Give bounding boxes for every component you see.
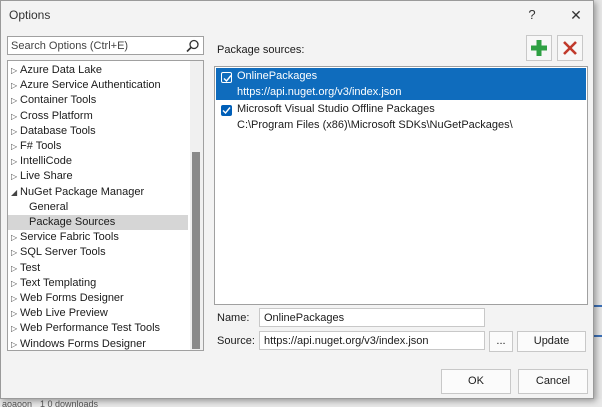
source-checkbox[interactable] (221, 105, 232, 116)
tree-item[interactable]: ▷ Database Tools (8, 124, 188, 139)
expand-arrow-icon[interactable]: ▷ (11, 78, 19, 93)
tree-item[interactable]: ▷ F# Tools (8, 139, 188, 154)
tree-item-label: Text Templating (20, 276, 97, 289)
add-source-button[interactable] (526, 35, 552, 61)
source-checkbox[interactable] (221, 72, 232, 83)
tree-item[interactable]: ▷ Azure Data Lake (8, 63, 188, 78)
background-window-edge (594, 0, 602, 399)
checkmark-icon (222, 107, 231, 115)
source-url: C:\Program Files (x86)\Microsoft SDKs\Nu… (237, 119, 513, 131)
source-url: https://api.nuget.org/v3/index.json (237, 86, 402, 98)
tree-item-label: Web Performance Test Tools (20, 322, 161, 335)
expand-arrow-icon[interactable]: ▷ (11, 306, 19, 321)
tree-item[interactable]: ▷ Cross Platform (8, 109, 188, 124)
tree-item-label: F# Tools (20, 140, 62, 152)
plus-icon (531, 40, 547, 56)
tree-item[interactable]: ▷ Azure Service Authentication (8, 78, 188, 93)
tree-item-label: Cross Platform (20, 109, 93, 122)
help-button[interactable]: ? (522, 5, 542, 25)
package-source-row[interactable]: OnlinePackages https://api.nuget.org/v3/… (216, 68, 586, 100)
tree-scrollbar-thumb[interactable] (192, 152, 200, 349)
source-field[interactable] (259, 331, 485, 350)
tree-item-label: Live Share (20, 170, 73, 183)
expand-arrow-icon[interactable]: ▷ (11, 321, 19, 336)
tree-item[interactable]: ▷ Web Forms Designer (8, 291, 188, 306)
background-text: 1 0 downloads (40, 399, 99, 407)
tree-item[interactable]: ▷ Container Tools (8, 93, 188, 108)
tree-item[interactable]: ▷ Text Templating (8, 276, 188, 291)
tree-item-label: Service Fabric Tools (20, 231, 119, 244)
expand-arrow-icon[interactable]: ▷ (11, 230, 19, 245)
source-name: Microsoft Visual Studio Offline Packages (237, 103, 435, 115)
window-title: Options (9, 8, 51, 22)
search-input[interactable] (11, 38, 181, 53)
cancel-button[interactable]: Cancel (518, 369, 588, 394)
expand-arrow-icon[interactable]: ▷ (11, 124, 19, 139)
expand-arrow-icon[interactable]: ▷ (11, 261, 19, 276)
expand-arrow-icon[interactable]: ▷ (11, 337, 19, 350)
tree-item-label: Container Tools (20, 94, 97, 107)
options-tree[interactable]: ▷ Azure Data Lake ▷ Azure Service Authentic… (7, 60, 204, 351)
tree-item-label: NuGet Package Manager (20, 185, 145, 198)
tree-item-label: Windows Forms Designer (20, 337, 146, 350)
tree-item-label: General (29, 200, 69, 213)
expand-arrow-icon[interactable]: ▷ (11, 139, 19, 154)
background-accent-mark (594, 305, 602, 307)
tree-child-item[interactable]: Package Sources (8, 215, 188, 230)
browse-button[interactable]: ... (489, 331, 513, 352)
search-icon[interactable] (186, 39, 200, 53)
name-field[interactable] (259, 308, 485, 327)
tree-item[interactable]: ▷ Service Fabric Tools (8, 230, 188, 245)
background-accent-mark (594, 335, 602, 337)
tree-item[interactable]: ▷ Live Share (8, 169, 188, 184)
tree-item[interactable]: ▷ Test (8, 261, 188, 276)
tree-item-label: Web Live Preview (20, 307, 108, 320)
tree-item[interactable]: ▷ IntelliCode (8, 154, 188, 169)
expand-arrow-icon[interactable]: ▷ (11, 63, 19, 78)
name-input[interactable] (264, 311, 480, 325)
expand-arrow-icon[interactable]: ▷ (11, 276, 19, 291)
expand-arrow-icon[interactable]: ▷ (11, 93, 19, 108)
name-label: Name: (217, 312, 250, 324)
collapse-arrow-icon[interactable]: ◢ (11, 185, 19, 200)
expand-arrow-icon[interactable]: ▷ (11, 291, 19, 306)
tree-item-label: Web Forms Designer (20, 292, 124, 304)
remove-source-button[interactable] (557, 35, 583, 61)
tree-item[interactable]: ◢ NuGet Package Manager (8, 185, 188, 200)
tree-item-label: Package Sources (29, 216, 116, 228)
tree-item[interactable]: ▷ Web Live Preview (8, 306, 188, 321)
expand-arrow-icon[interactable]: ▷ (11, 245, 19, 260)
expand-arrow-icon[interactable]: ▷ (11, 154, 19, 169)
update-button[interactable]: Update (517, 331, 586, 352)
tree-item[interactable]: ▷ SQL Server Tools (8, 245, 188, 260)
tree-item-label: Azure Data Lake (20, 64, 102, 76)
package-sources-list[interactable]: OnlinePackages https://api.nuget.org/v3/… (214, 66, 588, 305)
expand-arrow-icon[interactable]: ▷ (11, 109, 19, 124)
tree-item-label: IntelliCode (20, 155, 72, 168)
search-box[interactable] (7, 36, 204, 55)
options-dialog: Options ? ✕ ▷Azure Data Lake▷Azure Servi… (0, 0, 594, 399)
tree-item-label: Azure Service Authentication (20, 79, 161, 92)
tree-item[interactable]: ▷ Web Performance Test Tools (8, 321, 188, 336)
tree-item[interactable]: ▷ Windows Forms Designer (8, 337, 188, 350)
expand-arrow-icon[interactable]: ▷ (11, 169, 19, 184)
tree-scrollbar[interactable] (190, 61, 203, 350)
source-input[interactable] (264, 334, 480, 348)
tree-child-item[interactable]: General (8, 200, 188, 215)
checkmark-icon (223, 75, 232, 83)
package-source-row[interactable]: Microsoft Visual Studio Offline Packages… (216, 101, 586, 133)
tree-item-label: SQL Server Tools (20, 246, 106, 259)
x-icon (563, 41, 577, 55)
close-button[interactable]: ✕ (566, 5, 586, 25)
source-label: Source: (217, 335, 255, 347)
tree-item-label: Database Tools (20, 124, 96, 137)
ok-button[interactable]: OK (441, 369, 511, 394)
source-name: OnlinePackages (237, 70, 318, 82)
tree-item-label: Test (20, 261, 41, 274)
background-window-strip: aoaoon 1 0 downloads (0, 399, 602, 407)
background-text: aoaoon (2, 399, 33, 407)
package-sources-label: Package sources: (217, 44, 305, 56)
